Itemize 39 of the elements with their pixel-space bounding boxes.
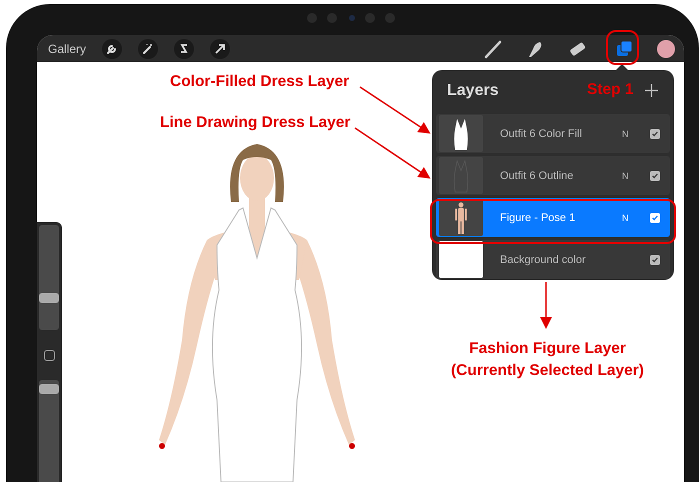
brush-size-slider[interactable] bbox=[39, 225, 59, 330]
layer-row[interactable]: Figure - Pose 1 N bbox=[436, 198, 670, 237]
visibility-checkbox[interactable] bbox=[650, 212, 660, 222]
layer-name: Background color bbox=[500, 254, 587, 266]
panel-title: Layers bbox=[447, 82, 499, 100]
color-swatch[interactable] bbox=[657, 40, 675, 58]
blend-mode[interactable]: N bbox=[622, 128, 644, 138]
layer-thumbnail bbox=[439, 199, 483, 236]
annotation-label: Step 1 bbox=[587, 80, 634, 100]
arrow-cursor-icon[interactable] bbox=[210, 38, 230, 58]
plus-icon[interactable] bbox=[645, 84, 658, 97]
annotation-label: Line Drawing Dress Layer bbox=[160, 113, 350, 133]
layer-name: Outfit 6 Outline bbox=[500, 170, 574, 182]
layer-name: Outfit 6 Color Fill bbox=[500, 128, 583, 140]
annotation-label: Color-Filled Dress Layer bbox=[170, 72, 350, 92]
gallery-button[interactable]: Gallery bbox=[48, 42, 86, 56]
magic-wand-icon[interactable] bbox=[138, 38, 158, 58]
opacity-slider[interactable] bbox=[39, 380, 59, 482]
slider-thumb[interactable] bbox=[39, 384, 59, 394]
s-curve-icon[interactable] bbox=[174, 38, 194, 58]
annotation-arrow bbox=[360, 86, 430, 134]
layer-row[interactable]: Background color bbox=[436, 240, 670, 279]
annotation-arrow bbox=[540, 282, 552, 329]
blend-mode[interactable]: N bbox=[622, 170, 644, 180]
layer-thumbnail bbox=[439, 115, 483, 152]
highlight-outline bbox=[606, 30, 639, 65]
visibility-checkbox[interactable] bbox=[650, 254, 660, 264]
layer-row[interactable]: Outfit 6 Color Fill N bbox=[436, 114, 670, 153]
layer-thumbnail bbox=[439, 157, 483, 194]
layer-name: Figure - Pose 1 bbox=[500, 212, 576, 224]
brush-icon[interactable] bbox=[483, 38, 503, 58]
blend-mode[interactable]: N bbox=[622, 212, 644, 222]
wrench-icon[interactable] bbox=[102, 38, 122, 58]
visibility-checkbox[interactable] bbox=[650, 170, 660, 180]
annotation-label: Fashion Figure Layer (Currently Selected Layer) bbox=[450, 339, 645, 381]
layer-thumbnail bbox=[439, 241, 483, 278]
visibility-checkbox[interactable] bbox=[650, 128, 660, 138]
slider-thumb[interactable] bbox=[39, 293, 59, 304]
layer-row[interactable]: Outfit 6 Outline N bbox=[436, 156, 670, 195]
